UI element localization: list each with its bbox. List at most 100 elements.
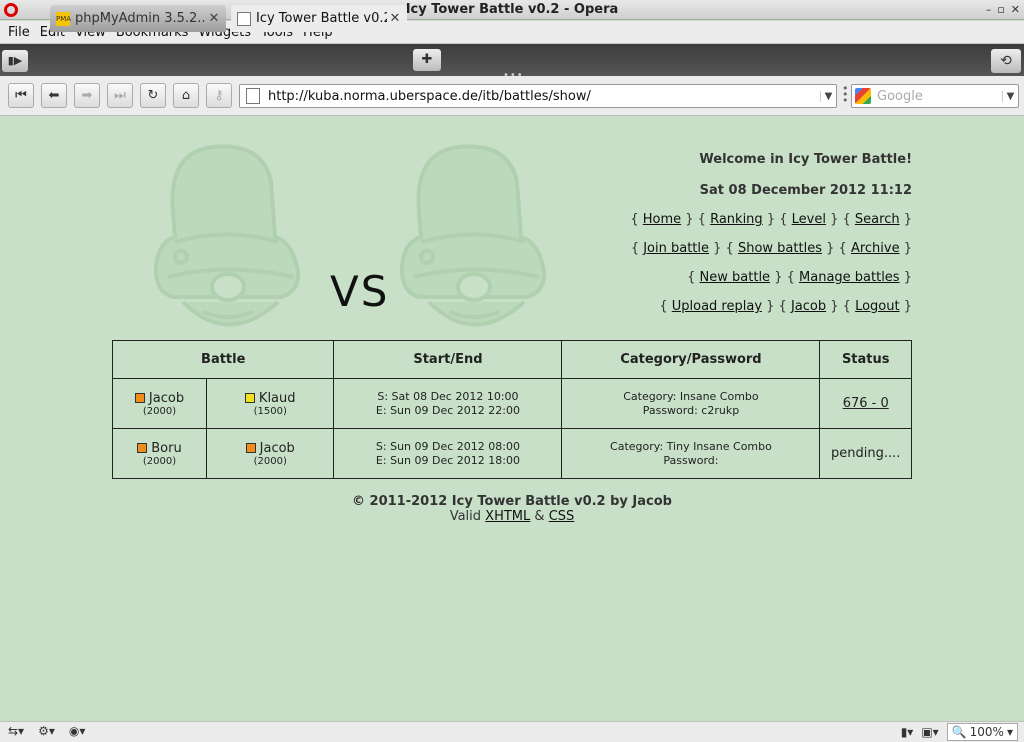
back-button[interactable]: ⬅ [41, 83, 67, 108]
mascot-left-image [153, 144, 301, 327]
player-name: Jacob [259, 440, 295, 456]
xhtml-link[interactable]: XHTML [485, 509, 530, 524]
nav-join-battle-link[interactable]: Join battle [643, 241, 709, 256]
player-rating: (2000) [142, 455, 177, 467]
fast-forward-button[interactable]: ⏭ [107, 83, 133, 108]
nav-new-battle-link[interactable]: New battle [700, 270, 771, 285]
player-color-swatch [137, 443, 148, 453]
welcome-text: Welcome in Icy Tower Battle! [699, 152, 912, 167]
minimize-icon[interactable]: – [986, 3, 992, 16]
nav-manage-battles-link[interactable]: Manage battles [799, 270, 900, 285]
nav-search-link[interactable]: Search [855, 212, 900, 227]
status-cell: pending.... [819, 428, 912, 479]
navigation-toolbar: ⏮ ⬅ ➡ ⏭ ↻ ⌂ ⚷ http://kuba.norma.uberspac… [0, 76, 1024, 116]
page-footer: © 2011-2012 Icy Tower Battle v0.2 by Jac… [0, 494, 1024, 524]
nav-archive-link[interactable]: Archive [851, 241, 900, 256]
category-cell: Category: Insane Combo Password: c2rukp [561, 378, 821, 429]
end-date: E: Sun 09 Dec 2012 22:00 [375, 403, 520, 417]
toolbar-grip-icon[interactable]: • • • [842, 83, 849, 106]
nav-ranking-link[interactable]: Ranking [710, 212, 763, 227]
tab-label: Icy Tower Battle v0.2 [256, 11, 387, 26]
player-name: Klaud [258, 390, 296, 406]
current-date: Sat 08 December 2012 11:12 [699, 183, 912, 198]
chevron-down-icon[interactable]: ▾ [1007, 725, 1013, 739]
chevron-down-icon[interactable]: ▼ [820, 90, 836, 102]
css-link[interactable]: CSS [549, 509, 575, 524]
player-cell: Jacob (2000) [112, 378, 207, 429]
header-info: Welcome in Icy Tower Battle! Sat 08 Dece… [630, 152, 912, 314]
table-row: Jacob (2000) Klaud (1500) S: Sat 08 Dec … [112, 378, 912, 429]
tab-phpmyadmin[interactable]: PMA phpMyAdmin 3.5.2... ✕ [50, 5, 226, 32]
category: Category: Insane Combo [623, 389, 759, 403]
status-score-link[interactable]: 676 - 0 [843, 396, 889, 411]
address-url[interactable]: http://kuba.norma.uberspace.de/itb/battl… [268, 89, 820, 104]
player-rating: (1500) [253, 405, 287, 417]
page-favicon-icon [237, 11, 251, 26]
player-color-swatch [134, 393, 145, 403]
close-tab-icon[interactable]: ✕ [387, 11, 403, 26]
vs-label: VS [330, 267, 390, 316]
nav-user-link[interactable]: Jacob [791, 299, 826, 314]
forward-button[interactable]: ➡ [74, 83, 100, 108]
col-battle: Battle [111, 340, 335, 379]
nav-level-link[interactable]: Level [792, 212, 826, 227]
start-date: S: Sun 09 Dec 2012 08:00 [375, 439, 520, 453]
zoom-control[interactable]: 🔍 100% ▾ [946, 723, 1018, 741]
new-tab-button[interactable]: ✚ [413, 49, 441, 71]
dates-cell: S: Sun 09 Dec 2012 08:00 E: Sun 09 Dec 2… [333, 428, 563, 479]
col-start-end: Start/End [333, 340, 563, 379]
copyright-text: © 2011-2012 Icy Tower Battle v0.2 by Jac… [352, 494, 672, 509]
player-color-swatch [244, 393, 255, 403]
pma-favicon-icon: PMA [56, 11, 71, 26]
unite-icon[interactable]: ⚙▾ [38, 724, 55, 738]
table-row: Boru (2000) Jacob (2000) S: Sun 09 Dec 2… [112, 428, 912, 479]
status-bar: ⇆▾ ⚙▾ ◉▾ ▮▾ ▣▾ 🔍 100% ▾ [0, 721, 1024, 742]
col-category: Category/Password [561, 340, 821, 379]
image-icon[interactable]: ▣▾ [921, 725, 938, 739]
maximize-icon[interactable]: ▫ [997, 3, 1004, 16]
start-date: S: Sat 08 Dec 2012 10:00 [377, 389, 519, 403]
chevron-down-icon[interactable]: ▼ [1002, 90, 1018, 102]
player-color-swatch [245, 443, 256, 453]
magnifier-icon: 🔍 [951, 725, 967, 739]
tab-icy-tower[interactable]: Icy Tower Battle v0.2 ✕ [231, 5, 407, 32]
amp-label: & [534, 509, 545, 524]
tab-label: phpMyAdmin 3.5.2... [75, 11, 206, 26]
nav-upload-replay-link[interactable]: Upload replay [672, 299, 762, 314]
address-field[interactable]: http://kuba.norma.uberspace.de/itb/battl… [239, 84, 837, 108]
search-placeholder[interactable]: Google [877, 89, 1002, 104]
turbo-icon[interactable]: ◉▾ [69, 724, 86, 738]
close-window-icon[interactable]: ✕ [1011, 3, 1020, 16]
page-content: VS Welcome in Icy Tower Battle! Sat 08 D… [0, 117, 1024, 721]
sync-icon[interactable]: ⇆▾ [8, 724, 24, 738]
validator-line: Valid XHTML & CSS [0, 509, 1024, 524]
battles-table: Battle Start/End Category/Password Statu… [111, 340, 912, 479]
home-button[interactable]: ⌂ [173, 83, 199, 108]
trash-closed-tabs-button[interactable]: ⟲ [991, 49, 1021, 73]
close-tab-icon[interactable]: ✕ [206, 11, 222, 26]
nav-show-battles-link[interactable]: Show battles [738, 241, 822, 256]
col-status: Status [819, 340, 912, 379]
category: Category: Tiny Insane Combo [610, 439, 772, 453]
end-date: E: Sun 09 Dec 2012 18:00 [375, 453, 520, 467]
player-cell: Klaud (1500) [205, 378, 335, 429]
dates-cell: S: Sat 08 Dec 2012 10:00 E: Sun 09 Dec 2… [333, 378, 563, 429]
rewind-button[interactable]: ⏮ [8, 83, 34, 108]
mascot-right-image [399, 144, 547, 327]
player-rating: (2000) [253, 455, 287, 467]
status-text: pending.... [831, 446, 901, 461]
panel-toggle-icon[interactable]: ▮▶ [2, 50, 28, 72]
panel-icon[interactable]: ▮▾ [901, 725, 914, 739]
nav-home-link[interactable]: Home [643, 212, 681, 227]
wand-button[interactable]: ⚷ [206, 83, 232, 108]
player-cell: Boru (2000) [112, 428, 207, 479]
player-name: Boru [151, 440, 182, 456]
reload-button[interactable]: ↻ [140, 83, 166, 108]
nav-logout-link[interactable]: Logout [855, 299, 900, 314]
menu-file[interactable]: File [3, 25, 35, 40]
google-icon[interactable] [855, 88, 871, 104]
nav-row-1: { Home } { Ranking } { Level } { Search … [630, 212, 912, 227]
search-field[interactable]: Google ▼ [851, 84, 1019, 108]
player-name: Jacob [148, 390, 185, 406]
status-cell: 676 - 0 [819, 378, 912, 429]
